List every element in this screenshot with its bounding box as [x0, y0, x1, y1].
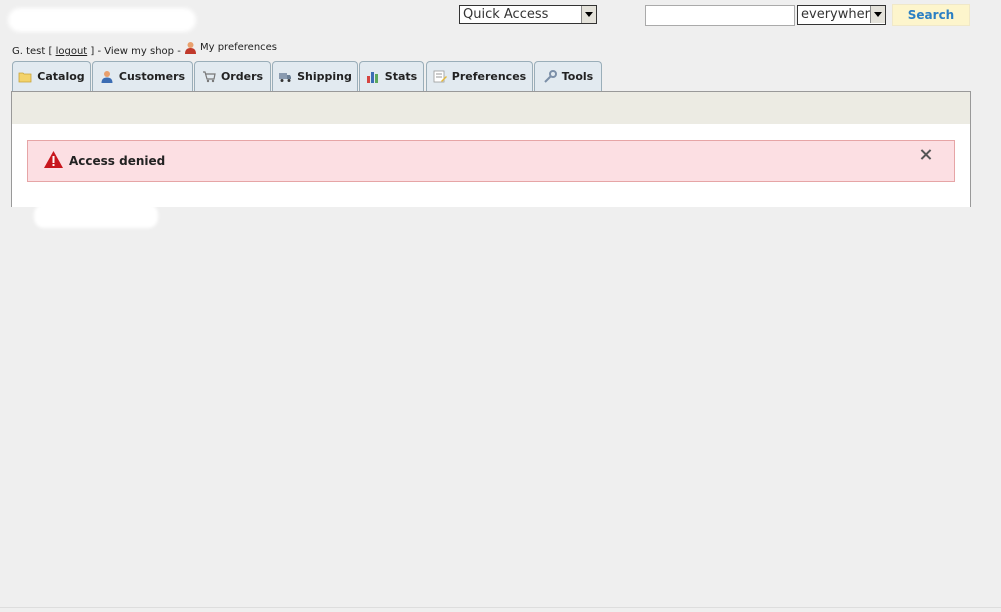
quick-access-value: Quick Access [463, 7, 549, 22]
search-scope-value: everywhere [801, 7, 878, 22]
truck-icon [279, 73, 292, 82]
tab-tools[interactable]: Tools [534, 61, 602, 91]
bar-chart-icon [366, 72, 378, 83]
wrench-icon [544, 70, 557, 83]
tab-stats[interactable]: Stats [359, 61, 424, 91]
view-shop-link[interactable]: View my shop [104, 46, 174, 57]
shop-logo [8, 8, 196, 32]
tab-preferences[interactable]: Preferences [426, 61, 533, 91]
footer-logo [34, 204, 158, 228]
tab-label: Preferences [451, 70, 527, 83]
tab-label: Catalog [37, 70, 85, 83]
quick-access-select[interactable]: Quick Access [459, 5, 597, 24]
search-input[interactable] [645, 5, 795, 26]
search-scope-select[interactable]: everywhere [797, 5, 886, 25]
my-preferences-link[interactable]: My preferences [184, 41, 277, 54]
tab-shipping[interactable]: Shipping [272, 61, 358, 91]
error-alert [27, 140, 955, 182]
tab-label: Tools [561, 70, 594, 83]
settings-sheet-icon [433, 70, 447, 83]
cart-icon [202, 71, 216, 83]
sub-menu-bar [11, 91, 971, 125]
close-icon[interactable] [918, 147, 934, 163]
tab-label: Shipping [297, 70, 352, 83]
search-button[interactable]: Search [892, 4, 970, 26]
customer-icon [101, 71, 113, 83]
chevron-down-icon[interactable] [870, 6, 885, 23]
tab-catalog[interactable]: Catalog [12, 61, 91, 91]
user-icon [184, 42, 196, 54]
tab-label: Customers [118, 70, 186, 83]
user-name: G. test [12, 46, 46, 57]
tab-orders[interactable]: Orders [194, 61, 271, 91]
logout-link[interactable]: logout [56, 46, 88, 57]
user-info-line: G. test [ logout ] - View my shop - My p… [12, 41, 278, 57]
tab-label: Orders [220, 70, 264, 83]
folder-icon [18, 72, 32, 83]
tab-label: Stats [384, 70, 418, 83]
chevron-down-icon[interactable] [581, 6, 596, 23]
warning-triangle-icon [44, 151, 63, 168]
tab-customers[interactable]: Customers [92, 61, 193, 91]
divider [0, 607, 1001, 608]
my-preferences-label: My preferences [199, 42, 278, 53]
alert-message: Access denied [69, 154, 166, 168]
